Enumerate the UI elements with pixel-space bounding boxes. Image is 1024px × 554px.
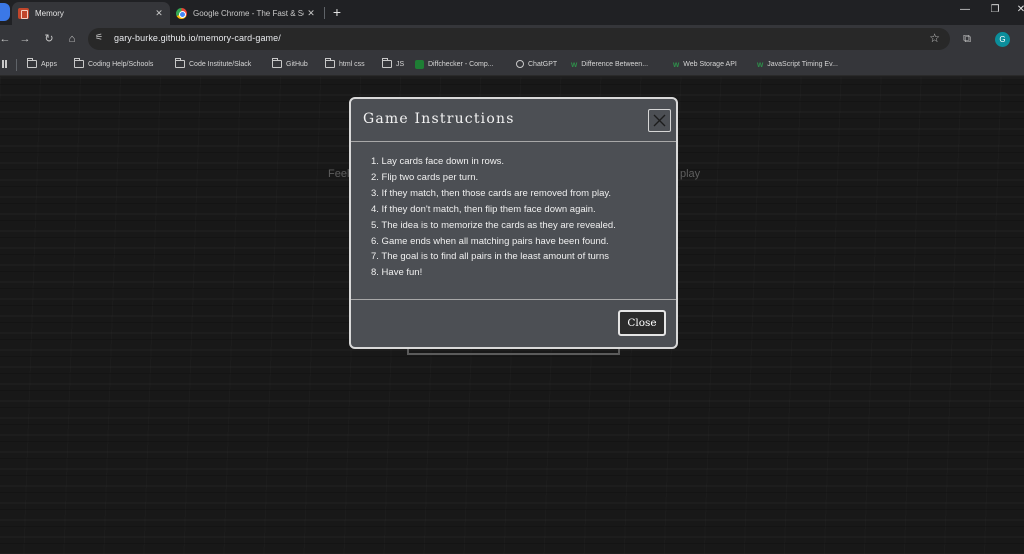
instruction-item: 8. Have fun! [371,267,423,279]
browser-toolbar: ← → ↻ ⌂ ⚟ gary-burke.github.io/memory-ca… [0,25,1024,54]
bookmark-star-icon[interactable]: ☆ [929,31,940,45]
background-text-right: play [680,168,701,180]
instructions-modal: Game Instructions 1. Lay cards face down… [349,97,678,349]
chatgpt-icon [516,60,524,68]
bookmark-javascript-timing[interactable]: w JavaScript Timing Ev... [757,60,838,69]
modal-title: Game Instructions [363,111,515,127]
close-icon [653,114,666,127]
tab-close-icon[interactable]: ✕ [304,8,318,19]
tab-divider [324,7,325,19]
bookmark-github[interactable]: GitHub [272,58,308,68]
window-close-icon[interactable]: ✕ [1014,4,1024,15]
bookmarks-grid-icon[interactable] [2,60,12,68]
instruction-item: 5. The idea is to memorize the cards as … [371,219,616,231]
instructions-list: 1. Lay cards face down in rows. 2. Flip … [371,154,616,281]
instruction-item: 1. Lay cards face down in rows. [371,156,505,167]
folder-icon [27,58,37,68]
bookmark-coding-help[interactable]: Coding Help/Schools [74,58,153,68]
bookmark-difference-between[interactable]: w Difference Between... [571,60,648,69]
tab-title: Memory [35,9,64,18]
instruction-item: 3. If they match, then those cards are r… [371,187,612,199]
tab-search-button[interactable] [0,3,10,21]
w-icon: w [757,60,764,69]
address-bar[interactable]: ⚟ gary-burke.github.io/memory-card-game/… [88,28,950,50]
bookmarks-bar: Apps Coding Help/Schools Code Institute/… [0,54,1024,76]
profile-avatar[interactable]: G [995,32,1010,47]
bookmark-web-storage-api[interactable]: w Web Storage API [673,60,737,69]
bookmark-js[interactable]: JS [382,58,404,68]
bookmark-html-css[interactable]: html css [325,58,365,68]
bookmark-apps[interactable]: Apps [27,58,57,68]
folder-icon [272,58,282,68]
extensions-icon[interactable]: ⧉ [960,32,974,46]
folder-icon [325,58,335,68]
w-icon: w [673,60,680,69]
bookmark-diffchecker[interactable]: Diffchecker - Comp... [415,60,494,69]
back-icon[interactable]: ← [0,32,12,46]
folder-icon [175,58,185,68]
memory-favicon-icon [18,8,29,19]
tab-memory[interactable]: Memory ✕ [12,2,170,25]
forward-icon[interactable]: → [18,32,32,46]
modal-close-x-button[interactable] [648,109,671,132]
w-icon: w [571,60,578,69]
folder-icon [74,58,84,68]
chrome-favicon-icon [176,8,187,19]
tab-strip: Memory ✕ Google Chrome - The Fast & Se ✕… [0,0,1024,25]
site-info-icon[interactable]: ⚟ [95,32,103,43]
bookmarks-divider [16,59,17,71]
folder-icon [382,58,392,68]
minimize-icon[interactable]: — [958,4,972,15]
modal-close-button[interactable]: Close [618,310,666,336]
modal-header: Game Instructions [351,99,676,142]
tab-title: Google Chrome - The Fast & Se [193,9,304,18]
bookmark-code-institute[interactable]: Code Institute/Slack [175,58,251,68]
home-icon[interactable]: ⌂ [65,32,79,46]
reload-icon[interactable]: ↻ [42,32,56,46]
new-tab-icon[interactable]: + [330,4,344,20]
modal-body: 1. Lay cards face down in rows. 2. Flip … [351,142,676,300]
restore-icon[interactable]: ❐ [988,4,1002,15]
tab-close-icon[interactable]: ✕ [152,8,166,19]
instruction-item: 4. If they don't match, then flip them f… [371,203,596,215]
background-text-left: Feel [328,168,350,180]
url-text: gary-burke.github.io/memory-card-game/ [114,33,281,43]
instruction-item: 2. Flip two cards per turn. [371,171,479,183]
tab-google-chrome[interactable]: Google Chrome - The Fast & Se ✕ [170,2,322,25]
instruction-item: 6. Game ends when all matching pairs hav… [371,235,609,247]
bookmark-chatgpt[interactable]: ChatGPT [516,60,557,68]
diffchecker-icon [415,60,424,69]
instruction-item: 7. The goal is to find all pairs in the … [371,251,609,263]
